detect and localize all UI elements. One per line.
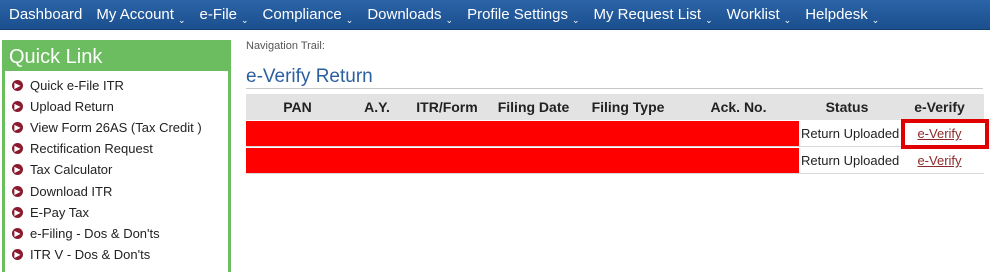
top-navigation-bar: Dashboard My Account ⌄ e-File ⌄ Compliance…	[0, 0, 990, 30]
status-cell: Return Uploaded	[801, 126, 900, 141]
quick-link-label: e-Filing - Dos & Don'ts	[30, 225, 160, 241]
quick-link-label: E-Pay Tax	[30, 204, 90, 220]
column-header-pan: PAN	[283, 99, 312, 115]
page-title: e-Verify Return	[246, 66, 373, 87]
e-verify-link[interactable]: e-Verify	[917, 153, 961, 168]
column-header-ack-no: Ack. No.	[710, 99, 767, 115]
arrow-bullet-icon: ▶	[12, 248, 23, 260]
quick-link-item[interactable]: ▶ ITR V - Dos & Don'ts	[5, 244, 228, 265]
quick-link-item[interactable]: ▶ Quick e-File ITR	[5, 75, 228, 96]
quick-link-label: Quick e-File ITR	[30, 78, 124, 94]
table-row: Return Uploaded e-Verify	[246, 148, 984, 174]
nav-compliance-label: Compliance	[262, 6, 342, 23]
nav-e-file-label: e-File	[199, 6, 237, 23]
nav-downloads-label: Downloads	[367, 6, 442, 23]
nav-helpdesk-label: Helpdesk	[805, 6, 868, 23]
nav-downloads[interactable]: Downloads ⌄	[367, 6, 454, 25]
quick-link-label: View Form 26AS (Tax Credit )	[30, 120, 202, 136]
quick-link-label: Tax Calculator	[30, 162, 113, 178]
column-header-status: Status	[825, 99, 869, 115]
quick-link-item[interactable]: ▶ Upload Return	[5, 96, 228, 117]
chevron-down-icon: ⌄	[705, 15, 713, 25]
chevron-down-icon: ⌄	[241, 15, 249, 25]
highlight-box	[901, 119, 989, 149]
chevron-down-icon: ⌄	[871, 15, 880, 25]
status-cell: Return Uploaded	[801, 153, 900, 168]
quick-link-title: Quick Link	[5, 43, 228, 71]
chevron-down-icon: ⌄	[445, 15, 454, 25]
column-header-itr-form: ITR/Form	[416, 99, 478, 115]
arrow-bullet-icon: ▶	[12, 143, 23, 155]
quick-link-label: Upload Return	[30, 99, 114, 115]
quick-link-label: Download ITR	[30, 183, 113, 199]
table-row: Return Uploaded e-Verify	[246, 121, 984, 147]
quick-link-label: ITR V - Dos & Don'ts	[30, 246, 151, 262]
arrow-bullet-icon: ▶	[12, 122, 23, 134]
nav-my-account[interactable]: My Account ⌄	[96, 6, 186, 25]
column-header-filing-date: Filing Date	[497, 99, 570, 115]
quick-link-item[interactable]: ▶ Tax Calculator	[5, 159, 228, 180]
chevron-down-icon: ⌄	[177, 15, 186, 25]
nav-e-file[interactable]: e-File ⌄	[199, 6, 249, 25]
column-header-e-verify: e-Verify	[914, 99, 965, 115]
nav-my-account-label: My Account	[96, 6, 174, 23]
chevron-down-icon: ⌄	[783, 15, 792, 25]
e-verify-cell: e-Verify	[895, 148, 984, 173]
title-divider	[246, 88, 983, 89]
quick-link-panel: Quick Link ▶ Quick e-File ITR ▶ Upload Ret…	[2, 40, 231, 272]
nav-profile-settings[interactable]: Profile Settings ⌄	[467, 6, 580, 25]
arrow-bullet-icon: ▶	[12, 206, 23, 218]
arrow-bullet-icon: ▶	[12, 227, 23, 239]
arrow-bullet-icon: ▶	[12, 185, 23, 197]
quick-link-label: Rectification Request	[30, 141, 153, 157]
redacted-block	[246, 121, 799, 146]
quick-link-list: ▶ Quick e-File ITR ▶ Upload Return ▶ View F…	[5, 71, 228, 265]
column-header-ay: A.Y.	[364, 99, 390, 115]
nav-my-request-list[interactable]: My Request List ⌄	[593, 6, 713, 25]
chevron-down-icon: ⌄	[345, 15, 354, 25]
navigation-trail: Navigation Trail:	[246, 40, 325, 52]
quick-link-item[interactable]: ▶ View Form 26AS (Tax Credit )	[5, 117, 228, 138]
arrow-bullet-icon: ▶	[12, 101, 23, 113]
quick-link-item[interactable]: ▶ Download ITR	[5, 180, 228, 201]
quick-link-item[interactable]: ▶ e-Filing - Dos & Don'ts	[5, 223, 228, 244]
arrow-bullet-icon: ▶	[12, 80, 23, 92]
nav-helpdesk[interactable]: Helpdesk ⌄	[805, 6, 880, 25]
nav-profile-settings-label: Profile Settings	[467, 6, 568, 23]
quick-link-item[interactable]: ▶ Rectification Request	[5, 138, 228, 159]
nav-compliance[interactable]: Compliance ⌄	[262, 6, 354, 25]
quick-link-item[interactable]: ▶ E-Pay Tax	[5, 202, 228, 223]
nav-dashboard-label: Dashboard	[9, 6, 83, 23]
table-header: PAN A.Y. ITR/Form Filing Date Filing Typ…	[246, 94, 984, 120]
nav-my-request-list-label: My Request List	[593, 6, 702, 23]
nav-worklist-label: Worklist	[726, 6, 780, 23]
arrow-bullet-icon: ▶	[12, 164, 23, 176]
nav-worklist[interactable]: Worklist ⌄	[726, 6, 792, 25]
returns-table: PAN A.Y. ITR/Form Filing Date Filing Typ…	[246, 94, 984, 174]
chevron-down-icon: ⌄	[571, 15, 580, 25]
redacted-block	[246, 148, 799, 173]
column-header-filing-type: Filing Type	[591, 99, 665, 115]
nav-dashboard[interactable]: Dashboard	[9, 6, 82, 23]
